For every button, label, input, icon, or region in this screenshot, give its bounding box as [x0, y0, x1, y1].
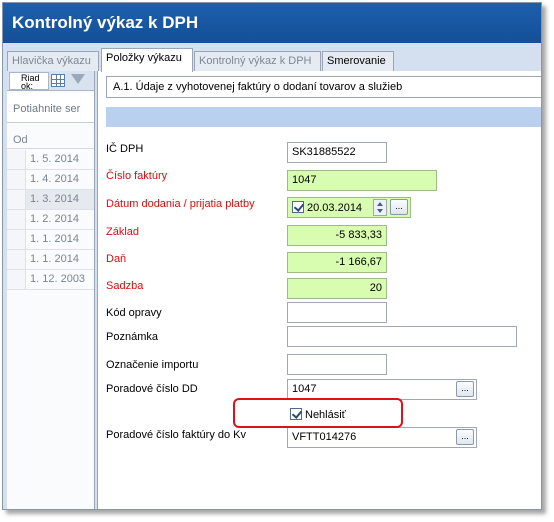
history-list: 1. 5. 2014 1. 4. 2014 1. 3. 2014 1. 2. 2… [7, 150, 94, 290]
ic-dph-label: IČ DPH [106, 143, 144, 155]
list-item[interactable]: 1. 12. 2003 [7, 270, 94, 290]
cislo-faktury-field[interactable]: 1047 [287, 170, 437, 191]
oznacenie-importu-label: Označenie importu [106, 359, 199, 371]
list-item[interactable]: 1. 4. 2014 [7, 170, 94, 190]
row-count-button[interactable]: Riad ok: [9, 72, 49, 90]
list-item[interactable]: 1. 1. 2014 [7, 230, 94, 250]
history-panel: Riad ok: Potiahnite ser Od 1. 5. 2014 1.… [7, 71, 95, 509]
tab-smerovanie[interactable]: Smerovanie [322, 51, 394, 71]
datum-spinner[interactable] [373, 199, 387, 216]
poznamka-label: Poznámka [106, 331, 158, 343]
kod-opravy-label: Kód opravy [106, 307, 162, 319]
column-header-od[interactable]: Od [7, 131, 94, 149]
spin-up-icon[interactable] [377, 202, 383, 206]
list-item[interactable]: 1. 5. 2014 [7, 150, 94, 170]
poznamka-field[interactable] [287, 326, 517, 347]
ic-dph-field[interactable]: SK31885522 [287, 142, 387, 163]
highlight-annotation [233, 398, 403, 428]
oznacenie-importu-field[interactable] [287, 354, 387, 375]
datum-value: 20.03.2014 [307, 202, 363, 214]
group-drag-area[interactable]: Potiahnite ser [7, 93, 94, 123]
sadzba-field[interactable]: 20 [287, 278, 387, 299]
section-select[interactable]: A.1. Údaje z vyhotovenej faktúry o dodan… [106, 76, 541, 98]
items-form: A.1. Údaje z vyhotovenej faktúry o dodan… [97, 71, 541, 509]
grid-icon[interactable] [51, 74, 65, 87]
tab-hlavicka-vykazu[interactable]: Hlavička výkazu [7, 51, 99, 71]
poradove-dd-field[interactable]: 1047 [287, 379, 477, 400]
poradove-dd-label: Poradové číslo DD [106, 383, 198, 395]
tab-strip: Hlavička výkazu Položky výkazu Kontrolný… [3, 43, 541, 72]
datum-picker-button[interactable]: ... [390, 199, 408, 215]
list-item-selected[interactable]: 1. 3. 2014 [7, 190, 94, 210]
tab-kontrolny-vykaz[interactable]: Kontrolný výkaz k DPH [194, 51, 321, 71]
history-toolbar: Riad ok: [7, 71, 94, 91]
list-item[interactable]: 1. 1. 2014 [7, 250, 94, 270]
window-title: Kontrolný výkaz k DPH [3, 3, 541, 43]
spin-down-icon[interactable] [377, 209, 383, 213]
zaklad-label: Základ [106, 226, 140, 238]
section-header-strip [106, 107, 541, 127]
filter-icon[interactable] [71, 74, 85, 84]
cislo-faktury-label: Číslo faktúry [106, 170, 168, 182]
app-window: Kontrolný výkaz k DPH Hlavička výkazu Po… [2, 2, 542, 510]
zaklad-field[interactable]: -5 833,33 [287, 225, 387, 246]
sadzba-label: Sadzba [106, 280, 144, 292]
poradove-faktury-kv-label: Poradové číslo faktúry do Kv [106, 429, 247, 441]
dan-label: Daň [106, 253, 127, 265]
list-item[interactable]: 1. 2. 2014 [7, 210, 94, 230]
tab-polozky-vykazu[interactable]: Položky výkazu [101, 48, 193, 72]
poradove-dd-lookup-button[interactable]: ... [456, 381, 474, 397]
datum-checkbox[interactable] [292, 201, 304, 213]
poradove-faktury-kv-lookup-button[interactable]: ... [456, 429, 474, 445]
poradove-faktury-kv-field[interactable]: VFTT014276 [287, 427, 477, 448]
kod-opravy-field[interactable] [287, 302, 387, 323]
datum-label: Dátum dodania / prijatia platby [106, 198, 255, 210]
dan-field[interactable]: -1 166,67 [287, 252, 387, 273]
